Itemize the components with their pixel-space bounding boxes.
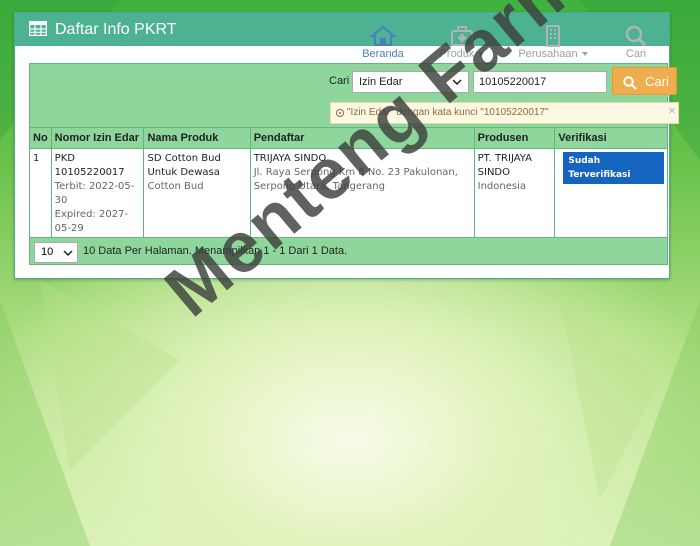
col-no: No [29, 127, 52, 149]
search-icon [623, 76, 637, 90]
col-verifikasi: Verifikasi [554, 127, 668, 149]
col-produsen: Produsen [473, 127, 556, 149]
page-title: Daftar Info PKRT [55, 21, 177, 38]
cell-no: 1 [29, 148, 52, 240]
pagination-bar: 10 10 Data Per Halaman. Menampilkan 1 - … [29, 237, 668, 265]
search-icon [625, 25, 647, 47]
cell-nomor-izin: PKD 10105220017 Terbit: 2022-05-30 Expir… [50, 148, 145, 240]
col-nomor-izin: Nomor Izin Edar [50, 127, 145, 149]
chevron-down-icon [63, 250, 73, 257]
verified-badge: Sudah Terverifikasi [563, 152, 664, 184]
chevron-down-icon [581, 52, 588, 57]
home-icon [370, 25, 396, 46]
search-label: Cari [329, 75, 350, 87]
nav-cari[interactable]: Cari [596, 25, 676, 60]
search-button[interactable]: Cari [612, 67, 677, 95]
cell-produsen: PT. TRIJAYA SINDO Indonesia [473, 148, 556, 240]
per-page-select[interactable]: 10 [34, 242, 78, 263]
cell-verifikasi: Sudah Terverifikasi [554, 148, 668, 240]
table-icon [29, 21, 47, 36]
col-nama-produk: Nama Produk [143, 127, 251, 149]
close-icon[interactable]: × [668, 103, 676, 118]
